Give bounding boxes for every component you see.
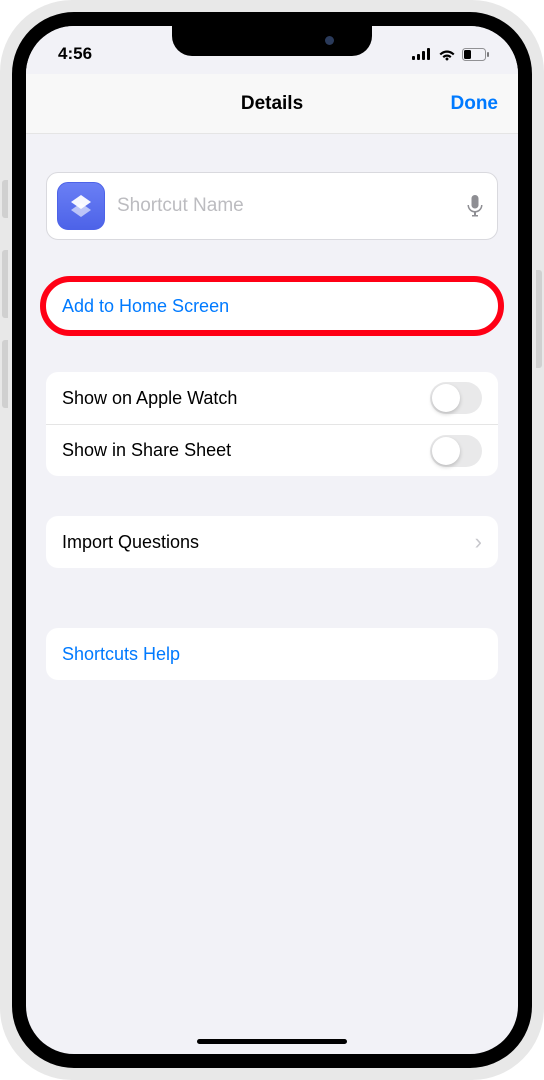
toggles-section: Show on Apple Watch Show in Share Sheet [46, 372, 498, 476]
shortcuts-help-button[interactable]: Shortcuts Help [46, 628, 498, 680]
apple-watch-row: Show on Apple Watch [46, 372, 498, 424]
nav-header: Details Done [26, 74, 518, 134]
cellular-icon [412, 48, 432, 60]
import-section: Import Questions › [46, 516, 498, 568]
add-to-home-screen-button[interactable]: Add to Home Screen [46, 280, 498, 332]
shortcuts-glyph-icon [67, 192, 95, 220]
volume-up-button [2, 250, 8, 318]
apple-watch-toggle[interactable] [430, 382, 482, 414]
share-sheet-toggle[interactable] [430, 435, 482, 467]
notch [172, 26, 372, 56]
apple-watch-label: Show on Apple Watch [62, 388, 237, 409]
phone-screen: 4:56 Details Done [26, 26, 518, 1054]
page-title: Details [241, 93, 303, 115]
name-section [46, 172, 498, 240]
shortcut-name-row [46, 172, 498, 240]
shortcuts-help-label: Shortcuts Help [62, 644, 180, 665]
add-to-home-screen-label: Add to Home Screen [62, 296, 229, 317]
shortcut-name-input[interactable] [117, 195, 455, 217]
help-section: Shortcuts Help [46, 628, 498, 680]
status-time: 4:56 [58, 44, 92, 64]
done-button[interactable]: Done [451, 93, 499, 115]
power-button [536, 270, 542, 368]
share-sheet-row: Show in Share Sheet [46, 424, 498, 476]
phone-frame: 4:56 Details Done [0, 0, 544, 1080]
chevron-right-icon: › [475, 529, 482, 555]
content-area: Add to Home Screen Show on Apple Watch S… [26, 172, 518, 680]
import-questions-label: Import Questions [62, 532, 199, 553]
mute-switch [2, 180, 8, 218]
highlight-annotation: Add to Home Screen [46, 280, 498, 332]
wifi-icon [438, 48, 456, 61]
phone-bezel: 4:56 Details Done [12, 12, 532, 1068]
microphone-icon[interactable] [467, 195, 483, 217]
home-indicator[interactable] [197, 1039, 347, 1044]
status-icons [412, 48, 490, 61]
battery-icon [462, 48, 490, 61]
volume-down-button [2, 340, 8, 408]
shortcut-app-icon[interactable] [57, 182, 105, 230]
import-questions-button[interactable]: Import Questions › [46, 516, 498, 568]
share-sheet-label: Show in Share Sheet [62, 440, 231, 461]
add-home-section: Add to Home Screen [46, 280, 498, 332]
